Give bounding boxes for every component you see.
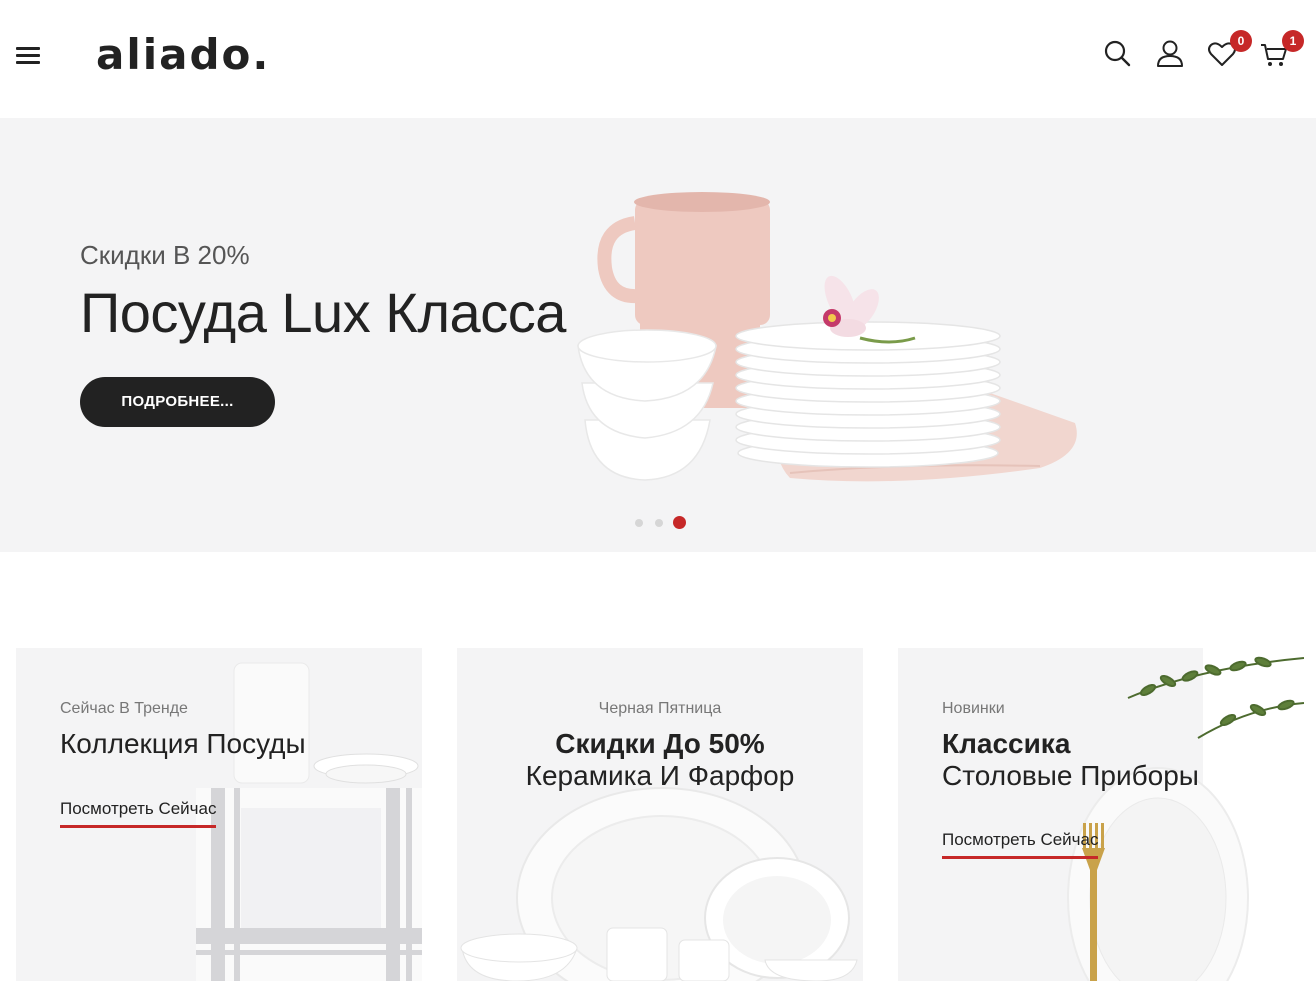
card-view-link[interactable]: Посмотреть Сейчас: [60, 799, 217, 828]
slider-dot-1[interactable]: [635, 519, 643, 527]
search-icon[interactable]: [1102, 38, 1134, 70]
promo-card-black-friday[interactable]: Черная Пятница Скидки До 50% Керамика И …: [457, 648, 863, 981]
card-title-bold: Скидки До 50%: [555, 728, 765, 759]
card-subtitle: Новинки: [942, 700, 1005, 717]
card-subtitle: Черная Пятница: [598, 700, 722, 717]
site-logo[interactable]: aliado.: [96, 30, 270, 79]
slider-pagination: [632, 516, 692, 530]
hero-dishes-image: [577, 192, 1077, 482]
user-icon[interactable]: [1154, 38, 1186, 70]
ceramics-image: [460, 787, 858, 981]
card-title: Столовые Приборы: [942, 760, 1199, 791]
slider-dot-2[interactable]: [655, 519, 663, 527]
card-title: Коллекция Посуды: [60, 728, 306, 759]
site-header: aliado. 0 1: [0, 0, 1316, 118]
promo-card-new[interactable]: Новинки Классика Столовые Приборы Посмот…: [898, 648, 1304, 981]
hero-slider: Скидки В 20% Посуда Lux Класса ПОДРОБНЕЕ…: [0, 118, 1316, 552]
cart-count-badge: 1: [1282, 30, 1304, 52]
hero-title: Посуда Lux Класса: [80, 281, 566, 344]
cart-button[interactable]: 1: [1258, 30, 1304, 70]
card-subtitle: Сейчас В Тренде: [60, 700, 188, 717]
card-title-bold: Классика: [942, 728, 1071, 759]
menu-icon[interactable]: [14, 44, 42, 66]
wishlist-button[interactable]: 0: [1206, 30, 1252, 70]
card-view-link[interactable]: Посмотреть Сейчас: [942, 830, 1099, 859]
slider-dot-3[interactable]: [673, 516, 686, 529]
promo-card-trend[interactable]: Сейчас В Тренде Коллекция Посуды Посмотр…: [16, 648, 422, 981]
wishlist-count-badge: 0: [1230, 30, 1252, 52]
hero-subtitle: Скидки В 20%: [80, 240, 250, 270]
card-title: Керамика И Фарфор: [525, 760, 795, 791]
cutlery-image: [1067, 648, 1304, 981]
hero-more-button[interactable]: ПОДРОБНЕЕ...: [80, 377, 275, 427]
